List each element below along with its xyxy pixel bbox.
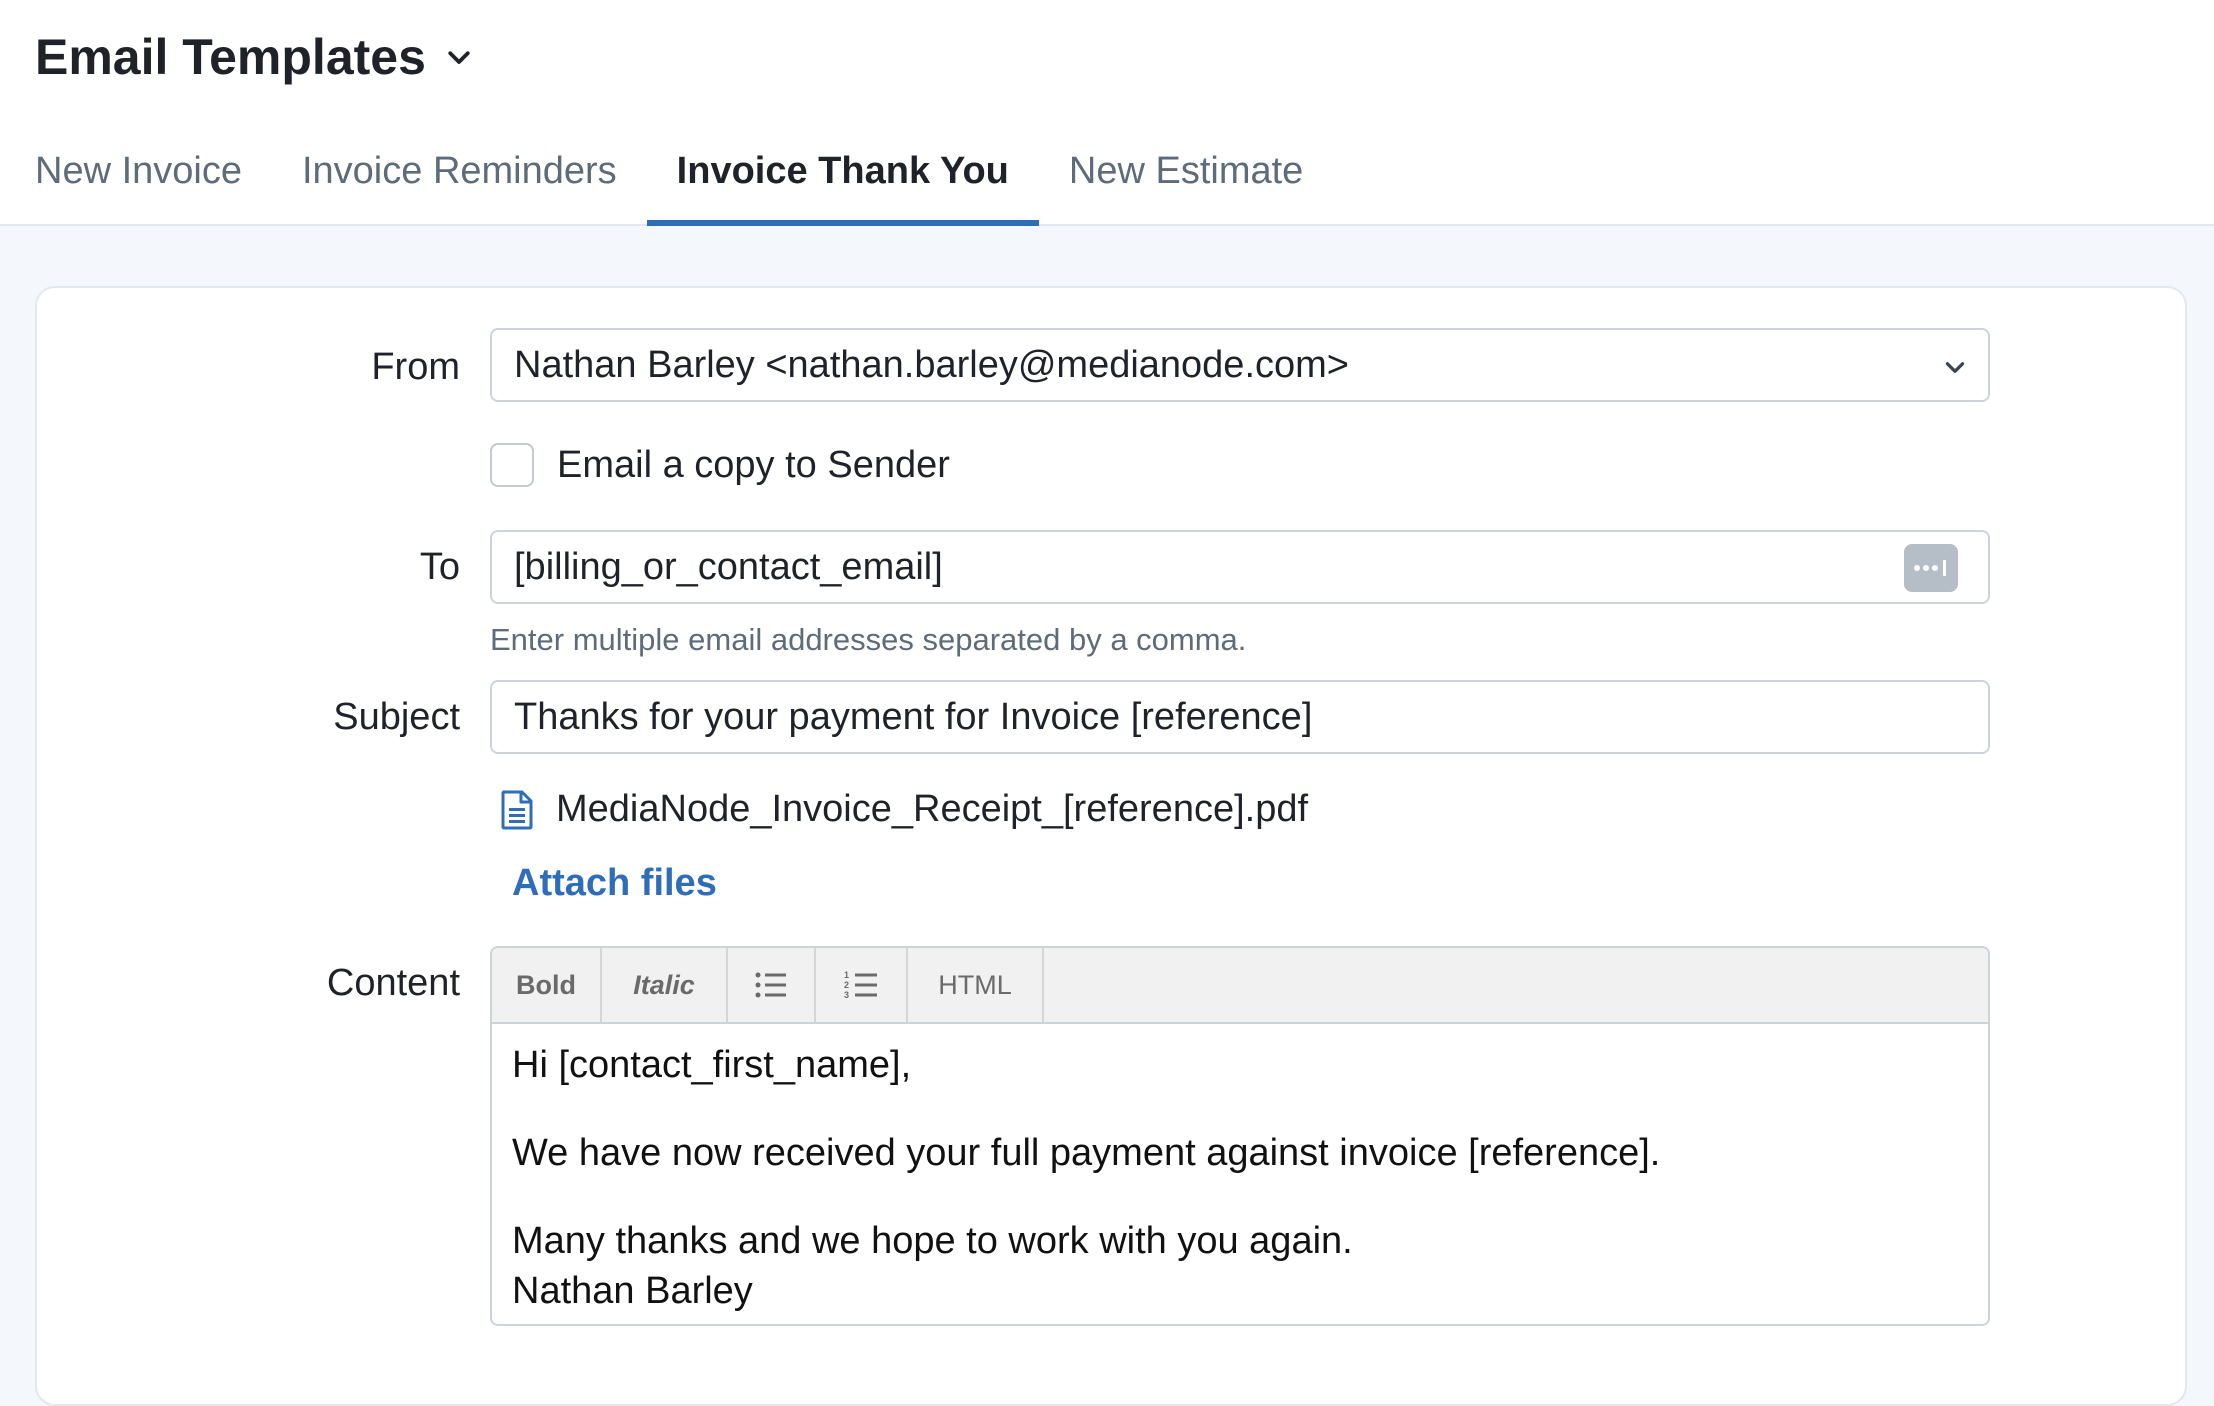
top-bar: Email Templates New Invoice Invoice Remi… <box>0 0 2214 226</box>
body-line: We have now received your full payment a… <box>512 1132 1661 1174</box>
attach-files-link[interactable]: Attach files <box>512 862 717 905</box>
bullet-list-button[interactable] <box>728 948 816 1022</box>
signature-line: Nathan Barley <box>512 1270 753 1312</box>
subject-label: Subject <box>333 696 460 738</box>
editor-toolbar: Bold Italic 1 2 3 HTML <box>492 948 1988 1024</box>
numbered-list-icon: 1 2 3 <box>844 970 877 1000</box>
password-manager-icon[interactable] <box>1904 544 1958 592</box>
bullet-list-icon <box>755 972 786 998</box>
tab-new-invoice[interactable]: New Invoice <box>0 140 272 224</box>
svg-text:1: 1 <box>844 970 849 980</box>
numbered-list-button[interactable]: 1 2 3 <box>816 948 908 1022</box>
tab-invoice-thank-you[interactable]: Invoice Thank You <box>646 140 1040 226</box>
document-icon <box>501 790 533 829</box>
html-button[interactable]: HTML <box>908 948 1044 1022</box>
ellipsis-icon <box>1914 560 1946 576</box>
svg-text:3: 3 <box>844 990 849 1000</box>
to-value: [billing_or_contact_email] <box>514 545 943 588</box>
template-tabs: New Invoice Invoice Reminders Invoice Th… <box>0 140 1333 226</box>
to-help-text: Enter multiple email addresses separated… <box>490 622 1247 657</box>
to-input[interactable]: [billing_or_contact_email] <box>490 530 1990 604</box>
from-label: From <box>371 346 460 388</box>
from-value: Nathan Barley <nathan.barley@medianode.c… <box>514 343 1349 386</box>
bold-button[interactable]: Bold <box>492 948 602 1022</box>
copy-to-sender-label[interactable]: Email a copy to Sender <box>557 444 950 487</box>
page-title-dropdown[interactable]: Email Templates <box>35 28 474 86</box>
tab-new-estimate[interactable]: New Estimate <box>1039 140 1333 224</box>
to-label: To <box>419 546 460 588</box>
italic-button[interactable]: Italic <box>602 948 728 1022</box>
closing-line: Many thanks and we hope to work with you… <box>512 1220 1353 1262</box>
greeting-line: Hi [contact_first_name], <box>512 1044 912 1086</box>
content-label: Content <box>326 962 460 1004</box>
from-select[interactable]: Nathan Barley <nathan.barley@medianode.c… <box>490 328 1990 402</box>
copy-to-sender-checkbox[interactable] <box>490 443 534 487</box>
tab-invoice-reminders[interactable]: Invoice Reminders <box>272 140 647 224</box>
svg-text:2: 2 <box>844 980 849 990</box>
chevron-down-icon <box>448 51 470 64</box>
subject-value: Thanks for your payment for Invoice [ref… <box>514 695 1313 738</box>
page-title: Email Templates <box>35 29 426 85</box>
attachment-row[interactable]: MediaNode_Invoice_Receipt_[reference].pd… <box>500 788 1308 831</box>
content-editor: Bold Italic 1 2 3 HTML Hi [contact_first… <box>490 946 1990 1326</box>
subject-input[interactable]: Thanks for your payment for Invoice [ref… <box>490 680 1990 754</box>
chevron-down-icon <box>1945 362 1965 373</box>
editor-content-area[interactable]: Hi [contact_first_name], We have now rec… <box>492 1024 1988 1324</box>
attachment-filename: MediaNode_Invoice_Receipt_[reference].pd… <box>556 788 1309 830</box>
